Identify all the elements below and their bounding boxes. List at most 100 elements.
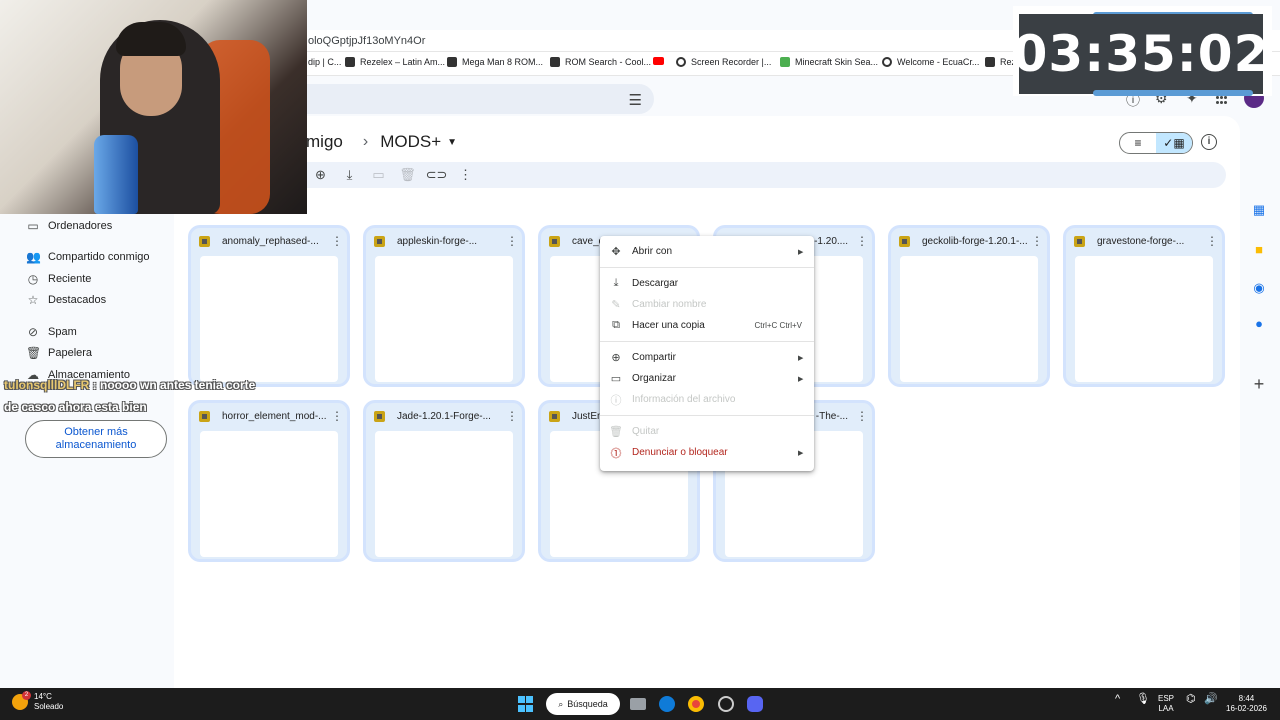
network-icon[interactable]: ⌬ xyxy=(1186,694,1196,705)
file-card[interactable]: horror_element_mod-... ⋮ xyxy=(188,400,350,562)
discord-icon[interactable] xyxy=(747,696,763,712)
more-icon[interactable]: ⋮ xyxy=(502,234,522,248)
more-icon[interactable]: ⋮ xyxy=(502,409,522,423)
breadcrumb-separator-icon: › xyxy=(362,133,369,150)
bookmark-item[interactable]: Mega Man 8 ROM... xyxy=(447,57,543,67)
share-icon[interactable]: ⊕ xyxy=(306,167,335,183)
report-icon: ⓵ xyxy=(610,447,622,460)
weather-temp: 14°C xyxy=(34,692,52,701)
menu-item-copy[interactable]: ⧉ Hacer una copia Ctrl+C Ctrl+V xyxy=(600,315,814,336)
clock[interactable]: 8:44 16-02-2026 xyxy=(1226,694,1267,714)
language-indicator[interactable]: ESP LAA xyxy=(1158,694,1174,714)
file-card[interactable]: Jade-1.20.1-Forge-... ⋮ xyxy=(363,400,525,562)
trash-icon[interactable]: 🗑 xyxy=(393,167,422,183)
java-file-icon xyxy=(199,235,210,247)
spam-icon: ⊘ xyxy=(27,325,39,339)
link-icon[interactable]: ⊂⊃ xyxy=(422,167,451,183)
timer-digits: 03:35:02 xyxy=(1012,25,1270,83)
details-info-icon[interactable]: i xyxy=(1201,134,1217,150)
pencil-icon: ✎ xyxy=(611,299,621,311)
more-icon[interactable]: ⋮ xyxy=(1202,234,1222,248)
file-thumbnail xyxy=(375,256,513,382)
get-more-storage-button[interactable]: Obtener más almacenamiento xyxy=(25,420,167,458)
file-card[interactable]: geckolib-forge-1.20.1-... ⋮ xyxy=(888,225,1050,387)
sidebar-item-spam[interactable]: ⊘ Spam xyxy=(26,325,77,339)
more-icon[interactable]: ⋮ xyxy=(327,234,347,248)
more-icon[interactable]: ⋮ xyxy=(451,167,480,183)
rezelex-icon xyxy=(985,57,995,67)
volume-icon[interactable]: 🔊 xyxy=(1204,694,1218,705)
menu-item-download[interactable]: ⤓ Descargar xyxy=(600,273,814,294)
notification-badge: 2 xyxy=(22,691,31,700)
search-bar[interactable]: ☰ xyxy=(306,84,654,114)
edge-icon[interactable] xyxy=(659,696,675,712)
sidebar-item-recent[interactable]: ◷ Reciente xyxy=(26,272,92,286)
menu-item-file-info[interactable]: ⓘ Información del archivo xyxy=(600,389,814,410)
bookmark-item[interactable]: Rezelex – Latin Am... xyxy=(345,57,445,67)
list-view-button[interactable]: ≡ xyxy=(1120,133,1156,153)
sidebar-item-starred[interactable]: ☆ Destacados xyxy=(26,293,106,307)
contacts-icon[interactable]: ● xyxy=(1248,316,1270,331)
windows-start-icon[interactable] xyxy=(518,696,534,712)
sidebar-item-computers[interactable]: ▭ Ordenadores xyxy=(26,219,112,233)
chevron-down-icon[interactable]: ▼ xyxy=(447,137,457,148)
more-icon[interactable]: ⋮ xyxy=(327,409,347,423)
menu-item-open-with[interactable]: ✥ Abrir con ▶ xyxy=(600,241,814,262)
breadcrumb-parent[interactable]: migo xyxy=(306,132,343,152)
minecraft-icon xyxy=(780,57,790,67)
rom-search-icon xyxy=(550,57,560,67)
microphone-icon[interactable]: 🎙 xyxy=(1136,694,1150,705)
menu-item-report[interactable]: ⓵ Denunciar o bloquear ▶ xyxy=(600,442,814,463)
file-card[interactable]: gravestone-forge-... ⋮ xyxy=(1063,225,1225,387)
submenu-arrow-icon: ▶ xyxy=(798,449,804,457)
add-addon-icon[interactable]: + xyxy=(1248,374,1270,395)
taskbar-search[interactable]: ⌕ Búsqueda xyxy=(546,693,620,715)
search-options-icon[interactable]: ☰ xyxy=(629,91,642,109)
more-icon[interactable]: ⋮ xyxy=(1027,234,1047,248)
folder-icon: ▭ xyxy=(610,373,622,385)
sidebar-item-trash[interactable]: 🗑 Papelera xyxy=(26,346,92,360)
java-file-icon xyxy=(549,410,560,422)
menu-item-rename[interactable]: ✎ Cambiar nombre xyxy=(600,294,814,315)
more-icon[interactable]: ⋮ xyxy=(852,409,872,423)
calendar-icon[interactable]: ▦ xyxy=(1248,202,1270,218)
java-file-icon xyxy=(549,235,560,247)
trash-icon: 🗑 xyxy=(26,346,42,360)
breadcrumb-current[interactable]: MODS+ xyxy=(380,132,441,152)
bookmark-item[interactable]: Minecraft Skin Sea... xyxy=(780,57,878,67)
bookmark-item[interactable]: Welcome - EcuaCr... xyxy=(882,57,979,67)
timer-panel: 03:35:02 xyxy=(1013,14,1268,94)
chrome-icon[interactable] xyxy=(688,696,704,712)
file-thumbnail xyxy=(200,256,338,382)
bookmark-item[interactable] xyxy=(653,57,669,65)
download-icon[interactable]: ⤓ xyxy=(335,167,364,183)
obs-icon[interactable] xyxy=(718,696,734,712)
bookmark-item[interactable]: dip | C... xyxy=(308,57,341,67)
tasks-icon[interactable]: ◉ xyxy=(1248,280,1270,296)
search-icon: ⌕ xyxy=(558,698,564,709)
menu-item-remove[interactable]: 🗑 Quitar xyxy=(600,421,814,442)
chevron-up-icon[interactable]: ^ xyxy=(1115,694,1120,705)
menu-item-organize[interactable]: ▭ Organizar ▶ xyxy=(600,368,814,389)
star-icon: ☆ xyxy=(27,293,39,307)
trash-icon: 🗑 xyxy=(609,426,623,438)
menu-item-share[interactable]: ⊕ Compartir ▶ xyxy=(600,347,814,368)
rom-icon xyxy=(447,57,457,67)
rezelex-icon xyxy=(345,57,355,67)
ecuacraft-icon xyxy=(882,57,892,67)
more-icon[interactable]: ⋮ xyxy=(852,234,872,248)
keep-icon[interactable]: ■ xyxy=(1248,242,1270,257)
file-thumbnail xyxy=(1075,256,1213,382)
file-card[interactable]: anomaly_rephased-... ⋮ xyxy=(188,225,350,387)
java-file-icon xyxy=(374,410,385,422)
file-card[interactable]: appleskin-forge-... ⋮ xyxy=(363,225,525,387)
weather-condition: Soleado xyxy=(34,702,64,711)
bookmark-item[interactable]: ROM Search - Cool... xyxy=(550,57,651,67)
youtube-icon xyxy=(653,57,664,65)
task-view-icon[interactable] xyxy=(630,698,646,710)
bookmark-item[interactable]: Screen Recorder |... xyxy=(676,57,771,67)
sidebar-item-shared[interactable]: 👥 Compartido conmigo xyxy=(26,250,150,264)
grid-view-button[interactable]: ✓▦ xyxy=(1156,133,1192,153)
move-icon[interactable]: ▭ xyxy=(364,167,393,183)
weather-widget[interactable]: 2 14°C Soleado xyxy=(12,691,64,712)
